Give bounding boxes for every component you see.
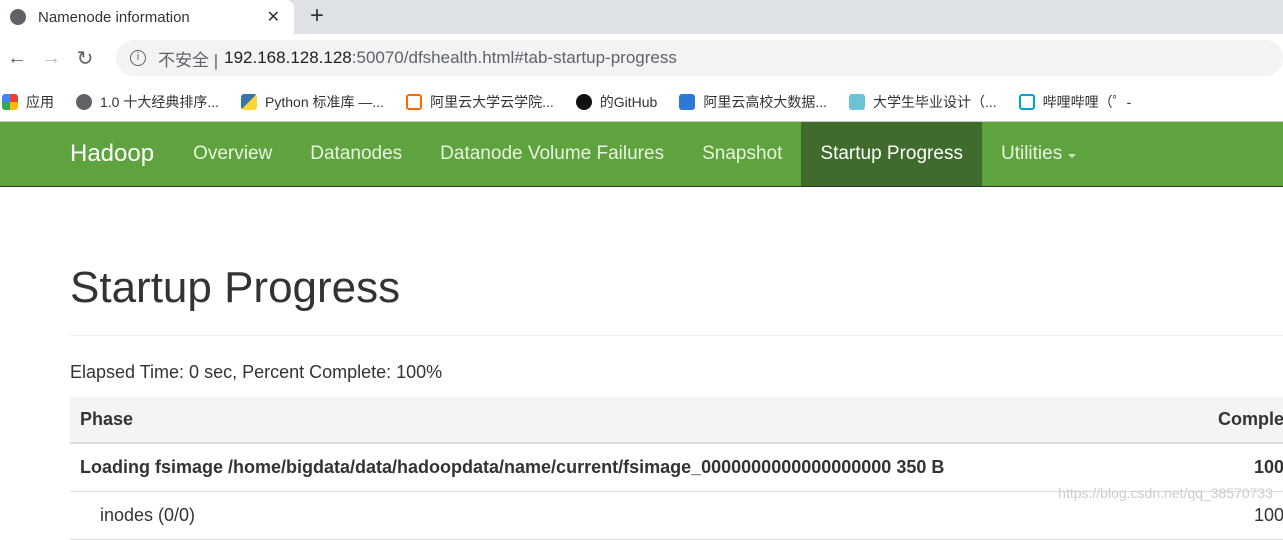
caret-down-icon xyxy=(1068,153,1077,158)
header-complete: Complete xyxy=(1181,397,1283,444)
bookmark-label: 大学生毕业设计（... xyxy=(873,93,997,110)
url-path: :50070/dfshealth.html#tab-startup-progre… xyxy=(351,48,677,67)
aliyun-edu-icon xyxy=(679,93,696,110)
bookmark[interactable]: 阿里云高校大数据... xyxy=(679,92,827,112)
phase-cell: Loading fsimage /home/bigdata/data/hadoo… xyxy=(70,443,1182,492)
nav-overview[interactable]: Overview xyxy=(174,122,291,186)
table-header: Phase Complete xyxy=(70,397,1283,444)
bookmark[interactable]: 的GitHub xyxy=(575,92,658,112)
bookmark-label: 应用 xyxy=(26,93,54,110)
hadoop-navbar: Hadoop Overview Datanodes Datanode Volum… xyxy=(0,122,1283,187)
bookmark-label: 1.0 十大经典排序... xyxy=(100,93,220,110)
url-input[interactable]: i 不安全 | 192.168.128.128 :50070/dfshealth… xyxy=(116,40,1283,76)
insecure-label: 不安全 | xyxy=(158,50,219,70)
bookmark-label: 哔哩哔哩（゜- xyxy=(1042,93,1132,110)
globe-icon xyxy=(10,9,26,25)
bookmark[interactable]: 大学生毕业设计（... xyxy=(849,92,997,112)
reload-button[interactable]: ↻ xyxy=(68,46,102,71)
bilibili-icon xyxy=(1018,93,1035,110)
bookmark[interactable]: 应用 xyxy=(2,92,54,112)
bookmark-label: 阿里云高校大数据... xyxy=(703,93,827,110)
startup-progress-table: Phase Complete Loading fsimage /home/big… xyxy=(70,397,1283,540)
nav-startup-progress[interactable]: Startup Progress xyxy=(801,122,982,186)
info-icon[interactable]: i xyxy=(130,50,146,66)
back-button[interactable]: ← xyxy=(0,47,34,70)
tab-strip: Namenode information ✕ + xyxy=(0,0,1283,34)
new-tab-button[interactable]: + xyxy=(310,2,324,30)
brand-link[interactable]: Hadoop xyxy=(52,122,172,186)
github-icon xyxy=(575,93,592,110)
header-phase: Phase xyxy=(70,397,1182,444)
bookmark-label: 的GitHub xyxy=(599,93,658,110)
python-icon xyxy=(241,93,258,110)
aliyun-icon xyxy=(406,93,423,110)
elapsed-status: Elapsed Time: 0 sec, Percent Complete: 1… xyxy=(70,362,443,382)
browser-tab[interactable]: Namenode information ✕ xyxy=(0,0,294,34)
bookmarks-bar: 应用 1.0 十大经典排序... Python 标准库 —... 阿里云大学云学… xyxy=(0,82,1283,122)
bookmark[interactable]: Python 标准库 —... xyxy=(241,92,384,112)
bookmark[interactable]: 阿里云大学云学院... xyxy=(406,92,554,112)
nav-snapshot[interactable]: Snapshot xyxy=(683,122,801,186)
bookmark[interactable]: 1.0 十大经典排序... xyxy=(76,92,219,112)
tab-title: Namenode information xyxy=(38,8,190,26)
watermark: https://blog.csdn.net/qq_38570733 xyxy=(1058,485,1273,501)
bookmark[interactable]: 哔哩哔哩（゜- xyxy=(1018,92,1132,112)
nav-utilities-label: Utilities xyxy=(1000,143,1063,164)
nav-datanodes[interactable]: Datanodes xyxy=(291,122,421,186)
phase-cell: inodes (0/0) xyxy=(70,491,1182,540)
graduation-icon xyxy=(849,93,865,110)
apps-icon xyxy=(2,93,18,110)
bookmark-label: 阿里云大学云学院... xyxy=(430,93,554,110)
address-bar: ← → ↻ i 不安全 | 192.168.128.128 :50070/dfs… xyxy=(0,34,1283,82)
nav-datanode-volume-failures[interactable]: Datanode Volume Failures xyxy=(421,122,683,186)
close-icon[interactable]: ✕ xyxy=(267,7,280,27)
forward-button[interactable]: → xyxy=(34,47,68,70)
page-title: Startup Progress xyxy=(70,263,1283,336)
globe-icon xyxy=(76,93,92,110)
nav-utilities[interactable]: Utilities xyxy=(982,122,1095,186)
url-host: 192.168.128.128 xyxy=(224,48,352,67)
bookmark-label: Python 标准库 —... xyxy=(265,93,385,110)
